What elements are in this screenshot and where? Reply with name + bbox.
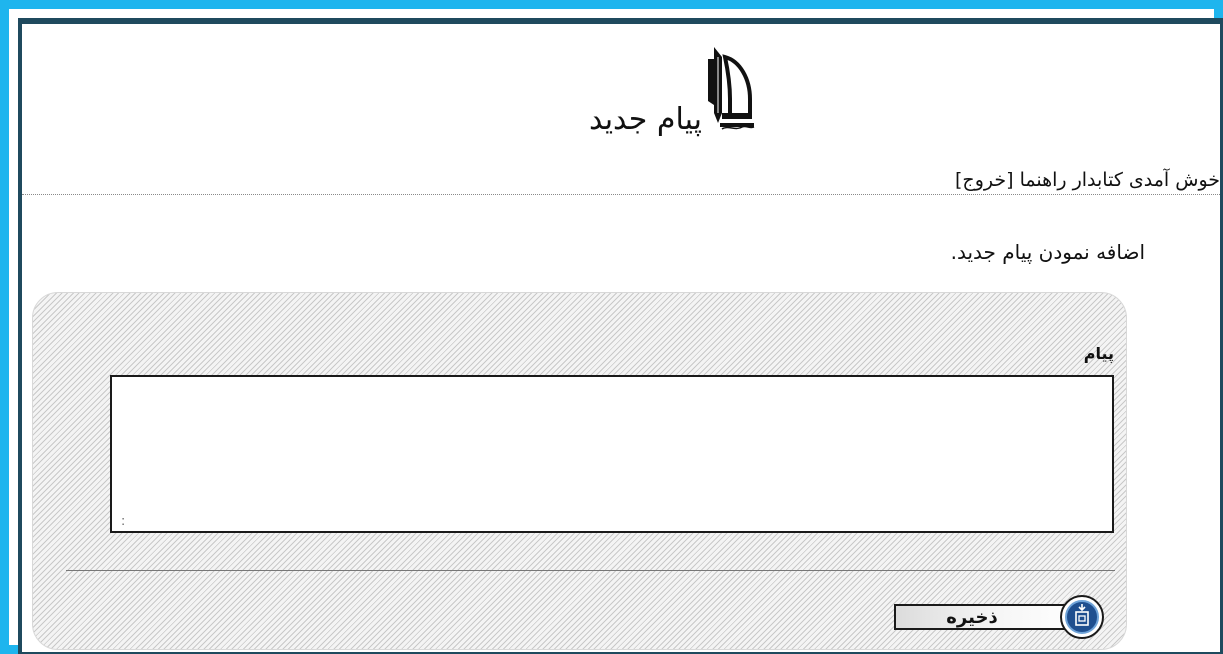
message-form-panel: پیام ⠨ ذخیره [32, 292, 1127, 650]
message-textarea[interactable] [110, 375, 1114, 533]
textarea-resize-grip-icon[interactable]: ⠨ [118, 519, 130, 529]
window-frame: پیام جدید خوش آمدی کتابدار راهنما [خروج]… [0, 0, 1223, 654]
save-disk-icon[interactable] [1060, 595, 1104, 639]
save-button-label: ذخیره [946, 607, 998, 628]
save-button[interactable]: ذخیره [894, 595, 1114, 639]
page-subtitle: اضافه نمودن پیام جدید. [950, 240, 1145, 264]
save-button-bar[interactable]: ذخیره [894, 604, 1084, 630]
user-bar: خوش آمدی کتابدار راهنما [خروج] [955, 167, 1220, 193]
message-field-label: پیام [1083, 344, 1114, 363]
welcome-text: خوش آمدی کتابدار راهنما [1019, 169, 1220, 191]
page-content: پیام جدید خوش آمدی کتابدار راهنما [خروج]… [18, 18, 1223, 654]
logout-link[interactable]: [خروج] [955, 169, 1014, 191]
form-divider [66, 570, 1115, 571]
page-title: پیام جدید [588, 102, 702, 137]
header-divider [22, 194, 1220, 195]
